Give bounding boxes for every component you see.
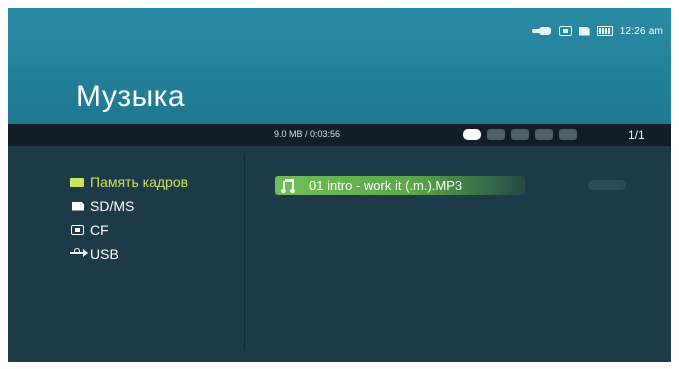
file-list-item[interactable]: 01 intro - work it (.m.).MP3 bbox=[275, 176, 525, 195]
repeat-all-icon[interactable] bbox=[463, 129, 481, 140]
source-item-label: CF bbox=[90, 222, 109, 238]
source-item-label: USB bbox=[90, 246, 119, 262]
link-icon bbox=[531, 27, 552, 35]
memory-icon bbox=[70, 177, 84, 187]
page-counter: 1/1 bbox=[628, 128, 645, 142]
page-title: Музыка bbox=[76, 80, 186, 113]
source-item-memory[interactable]: Память кадров bbox=[70, 170, 188, 194]
source-item-label: SD/MS bbox=[90, 198, 135, 214]
sd-card-icon bbox=[72, 201, 84, 211]
header: 12:26 am Музыка bbox=[8, 8, 671, 124]
shuffle-icon[interactable] bbox=[511, 129, 529, 140]
clock: 12:26 am bbox=[619, 25, 663, 37]
status-bar: 12:26 am bbox=[531, 24, 663, 38]
cf-card-icon bbox=[71, 225, 84, 235]
source-item-label: Память кадров bbox=[90, 174, 189, 190]
music-note-icon bbox=[281, 178, 301, 193]
repeat-off-icon[interactable] bbox=[559, 129, 577, 140]
sd-card-icon bbox=[578, 26, 590, 36]
shuffle-repeat-icon[interactable] bbox=[535, 129, 553, 140]
play-mode-icons bbox=[463, 129, 577, 140]
photo-frame-screen: 12:26 am Музыка 9.0 MB / 0:03:56 1/1 Пам… bbox=[8, 8, 671, 362]
cf-card-icon bbox=[558, 26, 572, 36]
file-row-highlight-trail bbox=[588, 180, 626, 190]
source-item-sd-ms[interactable]: SD/MS bbox=[70, 194, 188, 218]
file-size-duration: 9.0 MB / 0:03:56 bbox=[274, 129, 341, 139]
info-bar: 9.0 MB / 0:03:56 1/1 bbox=[8, 124, 671, 146]
source-item-usb[interactable]: USB bbox=[70, 242, 188, 266]
repeat-one-icon[interactable] bbox=[487, 129, 505, 140]
battery-icon bbox=[596, 26, 613, 36]
file-name: 01 intro - work it (.m.).MP3 bbox=[309, 178, 463, 193]
source-list: Память кадров SD/MS CF USB bbox=[70, 170, 188, 266]
usb-icon bbox=[70, 248, 88, 260]
source-item-cf[interactable]: CF bbox=[70, 218, 188, 242]
panel-divider bbox=[244, 154, 245, 350]
content-area: Память кадров SD/MS CF USB 01 intro - wo… bbox=[8, 146, 671, 362]
